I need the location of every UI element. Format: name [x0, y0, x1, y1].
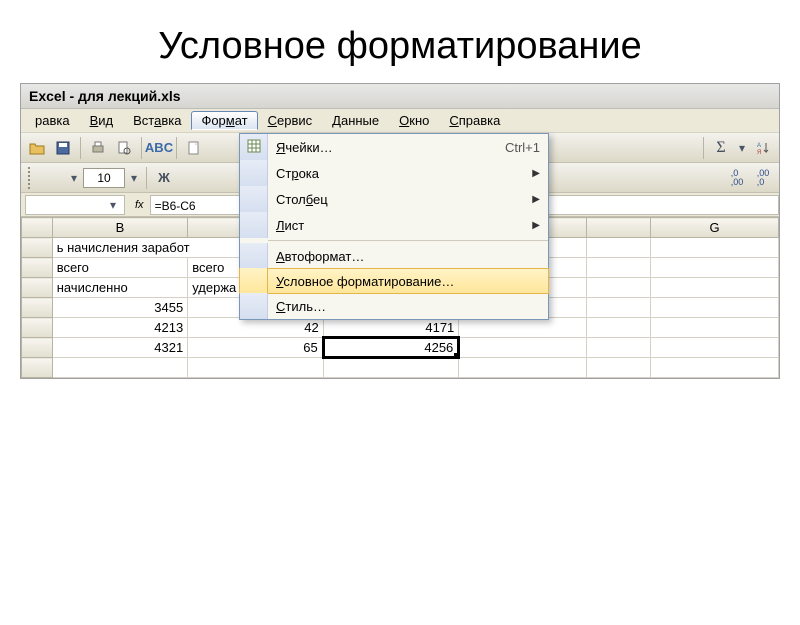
- submenu-arrow-icon: ▶: [532, 168, 540, 179]
- font-size-dropdown[interactable]: ▾: [127, 171, 141, 185]
- svg-text:A: A: [757, 143, 761, 149]
- font-name-dropdown[interactable]: ▾: [67, 171, 81, 185]
- svg-text:Я: Я: [757, 150, 761, 156]
- cell[interactable]: 4321: [52, 338, 188, 358]
- toolbar-separator: [80, 137, 81, 159]
- fx-button[interactable]: fx: [135, 199, 144, 211]
- new-workbook-icon[interactable]: [182, 136, 206, 160]
- cell[interactable]: 4171: [323, 318, 459, 338]
- menu-autoformat[interactable]: Автоформат…: [240, 243, 548, 269]
- excel-window: Excel - для лекций.xls равка Вид Вставка…: [20, 83, 780, 379]
- menu-cells[interactable]: Ячейки… Ctrl+1: [240, 134, 548, 160]
- menu-sheet[interactable]: Лист ▶: [240, 212, 548, 238]
- font-size-combo[interactable]: [83, 168, 125, 188]
- menu-tools[interactable]: Сервис: [258, 111, 323, 130]
- cell[interactable]: 3455: [52, 298, 188, 318]
- toolbar-grip[interactable]: [28, 167, 32, 189]
- cells-icon: [247, 139, 261, 156]
- select-all-corner[interactable]: [22, 218, 53, 238]
- increase-decimal-icon[interactable]: ,0,00: [725, 166, 749, 190]
- toolbar-separator: [141, 137, 142, 159]
- row-header[interactable]: [22, 278, 53, 298]
- cell[interactable]: всего: [52, 258, 188, 278]
- print-preview-icon[interactable]: [112, 136, 136, 160]
- menu-view[interactable]: Вид: [80, 111, 124, 130]
- menu-edit[interactable]: равка: [25, 111, 80, 130]
- cell[interactable]: начисленно: [52, 278, 188, 298]
- toolbars-wrapper: ABC Σ ▾ AЯ ▾ ▾ Ж ,0,00 ,00,0 ▾: [21, 133, 779, 378]
- save-icon[interactable]: [51, 136, 75, 160]
- submenu-arrow-icon: ▶: [532, 220, 540, 231]
- toolbar-separator: [146, 167, 147, 189]
- menu-separator: [268, 240, 548, 241]
- row-header[interactable]: [22, 338, 53, 358]
- print-icon[interactable]: [86, 136, 110, 160]
- row-header[interactable]: [22, 318, 53, 338]
- cell[interactable]: 4213: [52, 318, 188, 338]
- autosum-icon[interactable]: Σ: [709, 136, 733, 160]
- window-title: Excel - для лекций.xls: [21, 84, 779, 109]
- format-menu-dropdown: Ячейки… Ctrl+1 Строка ▶ Столбец ▶ Лист ▶: [239, 133, 549, 320]
- menu-data[interactable]: Данные: [322, 111, 389, 130]
- cell[interactable]: 42: [188, 318, 324, 338]
- shortcut-label: Ctrl+1: [505, 140, 540, 155]
- namebox-dropdown[interactable]: ▾: [106, 198, 120, 212]
- menubar: равка Вид Вставка Формат Сервис Данные О…: [21, 109, 779, 133]
- menu-help[interactable]: Справка: [439, 111, 510, 130]
- autosum-dropdown[interactable]: ▾: [735, 141, 749, 155]
- slide-title: Условное форматирование: [0, 25, 800, 68]
- row-header[interactable]: [22, 238, 53, 258]
- submenu-arrow-icon: ▶: [532, 194, 540, 205]
- spellcheck-icon[interactable]: ABC: [147, 136, 171, 160]
- active-cell[interactable]: 4256: [323, 338, 459, 358]
- menu-insert[interactable]: Вставка: [123, 111, 191, 130]
- toolbar-separator: [176, 137, 177, 159]
- decrease-decimal-icon[interactable]: ,00,0: [751, 166, 775, 190]
- menu-conditional-formatting[interactable]: Условное форматирование…: [239, 268, 549, 294]
- menu-window[interactable]: Окно: [389, 111, 439, 130]
- toolbar-separator: [703, 137, 704, 159]
- sort-asc-icon[interactable]: AЯ: [751, 136, 775, 160]
- menu-style[interactable]: Стиль…: [240, 293, 548, 319]
- menu-column[interactable]: Столбец ▶: [240, 186, 548, 212]
- menu-row[interactable]: Строка ▶: [240, 160, 548, 186]
- row-header[interactable]: [22, 258, 53, 278]
- row-header[interactable]: [22, 298, 53, 318]
- menu-format[interactable]: Формат: [191, 111, 257, 130]
- row-header[interactable]: [22, 358, 53, 378]
- bold-button[interactable]: Ж: [152, 166, 176, 190]
- col-header-f[interactable]: [587, 218, 651, 238]
- name-box[interactable]: ▾: [25, 195, 125, 215]
- cell[interactable]: 65: [188, 338, 324, 358]
- open-icon[interactable]: [25, 136, 49, 160]
- col-header-b[interactable]: B: [52, 218, 188, 238]
- col-header-g[interactable]: G: [651, 218, 779, 238]
